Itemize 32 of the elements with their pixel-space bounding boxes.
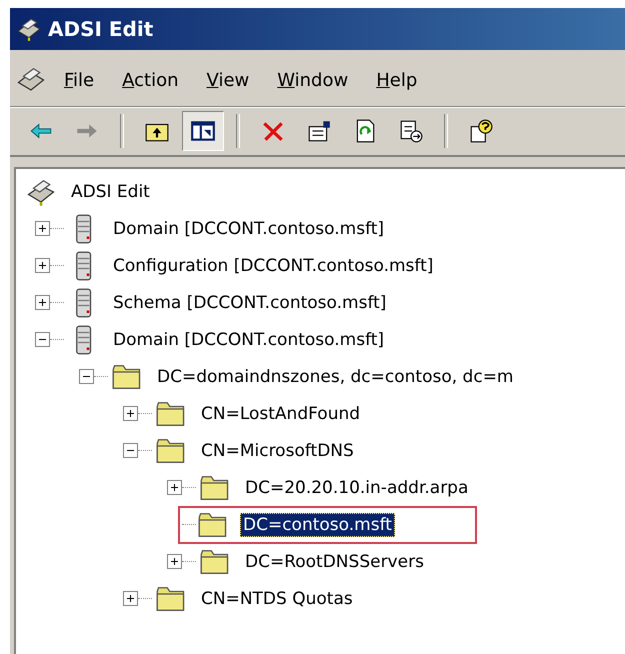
tree-item[interactable]: CN=LostAndFound: [198, 402, 364, 426]
tree-item[interactable]: Domain [DCCONT.contoso.msft]: [110, 328, 388, 352]
tree-item[interactable]: ADSI Edit: [68, 180, 153, 204]
expander-icon[interactable]: [35, 332, 50, 347]
menu-item[interactable]: Action: [112, 68, 189, 92]
tree-item[interactable]: DC=domaindnszones, dc=contoso, dc=m: [154, 364, 516, 388]
tree-item[interactable]: Domain [DCCONT.contoso.msft]: [110, 216, 388, 240]
expander-icon[interactable]: [123, 406, 138, 421]
window-title: ADSI Edit: [48, 17, 154, 41]
tree-item[interactable]: DC=20.20.10.in-addr.arpa: [242, 476, 472, 500]
help-icon: [468, 118, 494, 144]
tree-item[interactable]: CN=NTDS Quotas: [198, 586, 356, 610]
menu-item[interactable]: Window: [267, 68, 358, 92]
menu-item[interactable]: Help: [366, 68, 428, 92]
tree-item[interactable]: Configuration [DCCONT.contoso.msft]: [110, 254, 436, 278]
expander-icon[interactable]: [79, 369, 94, 384]
app-icon: [16, 16, 42, 42]
expander-icon[interactable]: [123, 443, 138, 458]
export-list-icon: [398, 118, 424, 144]
tree-item[interactable]: DC=RootDNSServers: [242, 550, 427, 574]
expander-icon[interactable]: [35, 258, 50, 273]
tree-item[interactable]: DC=contoso.msft: [240, 512, 395, 536]
menu-item[interactable]: View: [196, 68, 260, 92]
expander-icon[interactable]: [167, 554, 182, 569]
tree-item[interactable]: CN=MicrosoftDNS: [198, 438, 357, 462]
tree-item[interactable]: Schema [DCCONT.contoso.msft]: [110, 290, 390, 314]
toolbar-button[interactable]: [182, 111, 224, 151]
expander-icon[interactable]: [123, 591, 138, 606]
menu-item[interactable]: File: [54, 68, 104, 92]
expander-icon[interactable]: [167, 480, 182, 495]
expander-icon[interactable]: [35, 295, 50, 310]
expander-icon[interactable]: [35, 221, 50, 236]
